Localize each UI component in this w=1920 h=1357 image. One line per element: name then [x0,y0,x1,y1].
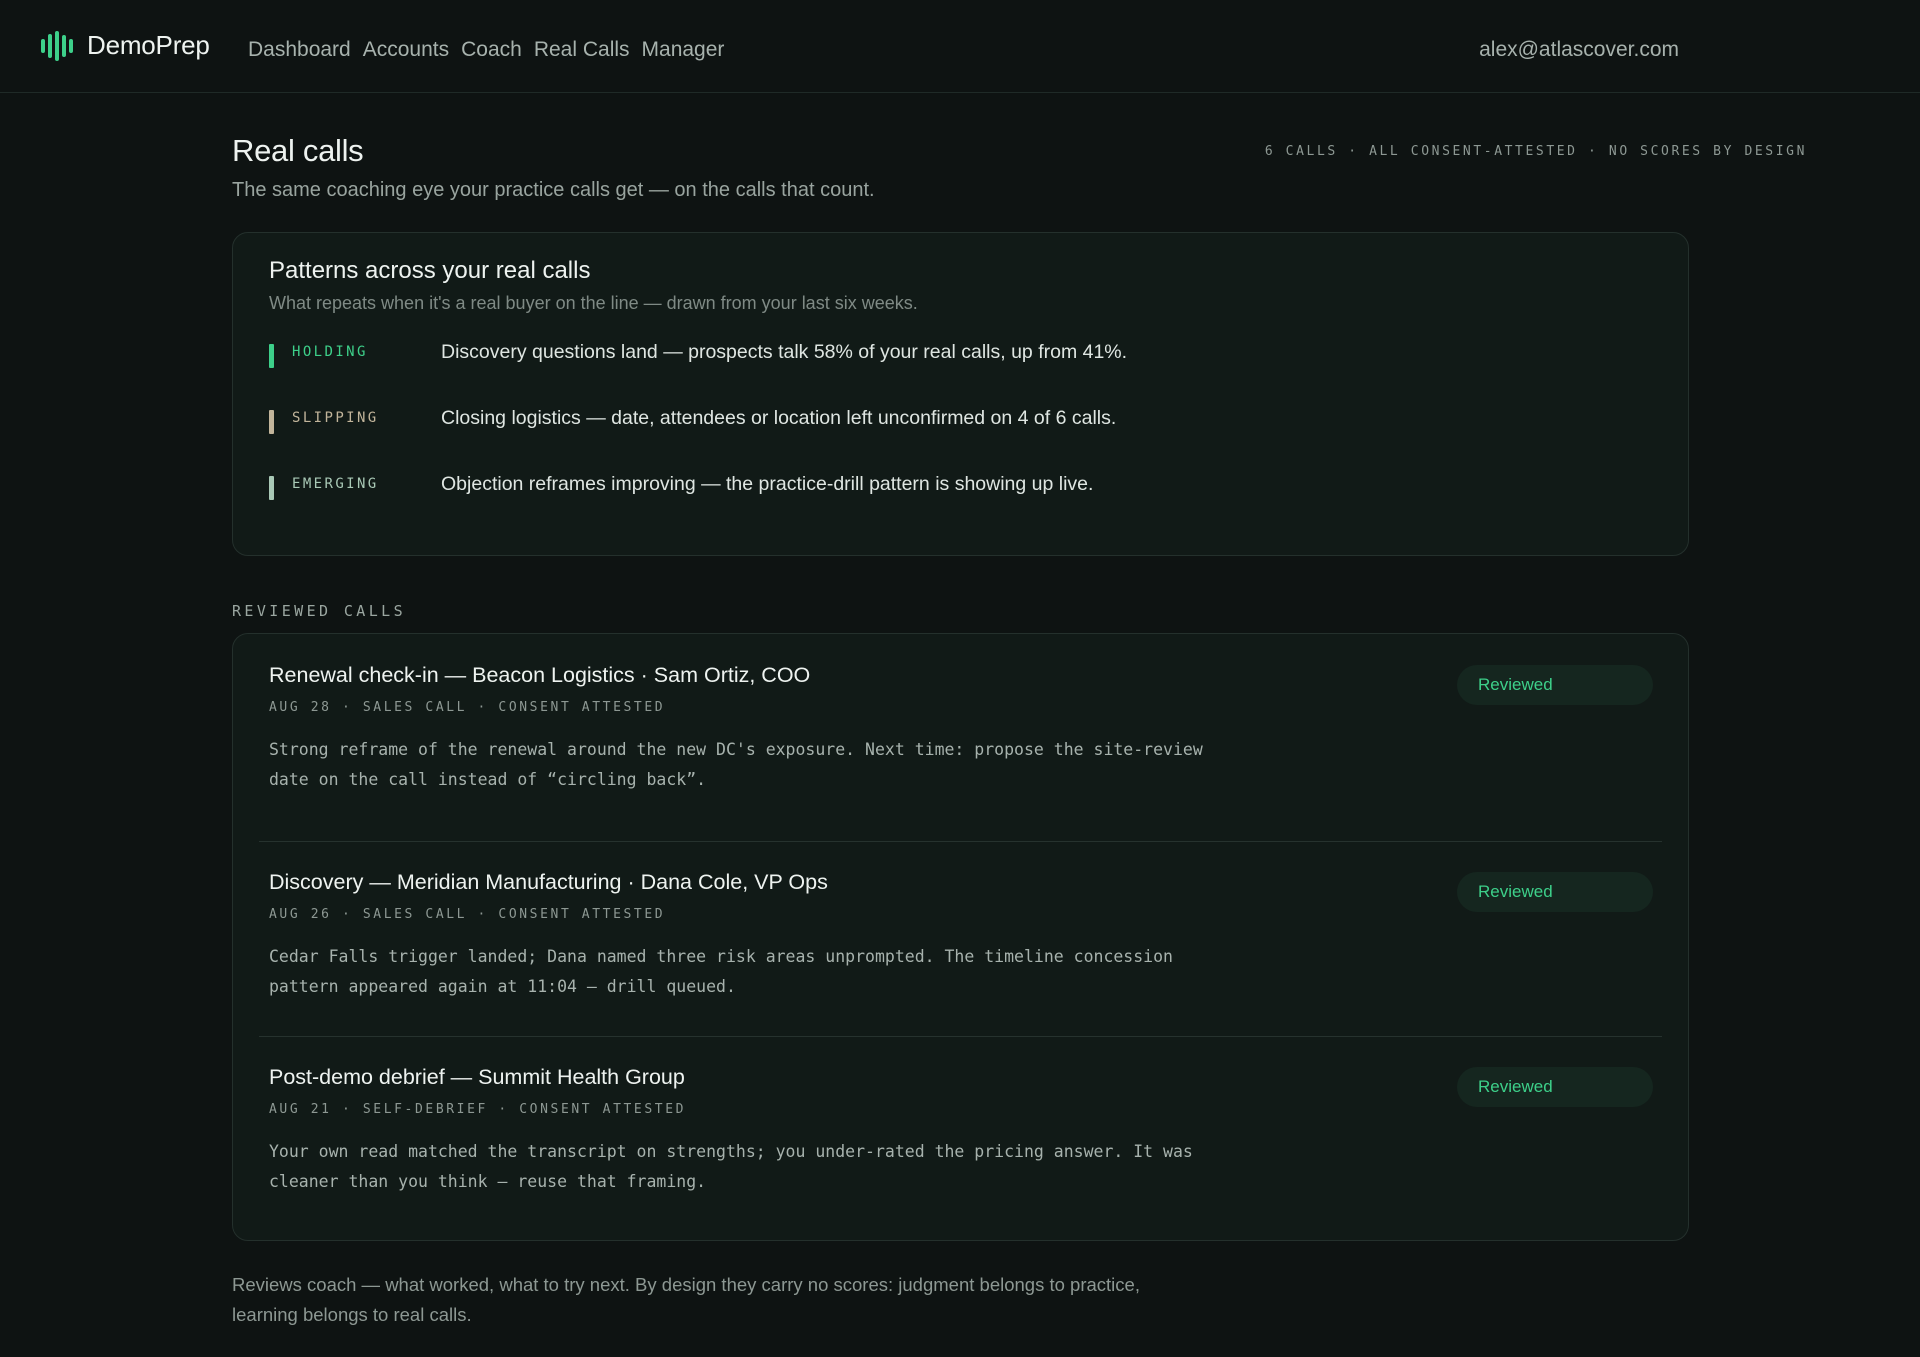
nav-item-coach[interactable]: Coach [461,38,522,62]
pattern-indicator-bar [269,476,274,500]
call-item[interactable]: Renewal check-in — Beacon Logistics · Sa… [233,634,1688,829]
pattern-indicator-bar [269,344,274,368]
call-title[interactable]: Renewal check-in — Beacon Logistics · Sa… [269,663,810,688]
top-nav-bar: DemoPrep Dashboard Accounts Coach Real C… [0,0,1920,93]
pattern-text: Discovery questions land — prospects tal… [441,341,1128,363]
call-title[interactable]: Discovery — Meridian Manufacturing · Dan… [269,870,828,895]
patterns-card: Patterns across your real calls What rep… [232,232,1689,556]
call-coaching-note: Your own read matched the transcript on … [269,1142,1193,1191]
patterns-title: Patterns across your real calls [269,257,591,284]
nav-item-manager[interactable]: Manager [642,38,725,62]
section-label-reviewed-calls: REVIEWED CALLS [232,602,407,620]
status-badge: Reviewed [1457,872,1653,912]
brand[interactable]: DemoPrep [41,30,210,61]
brand-name: DemoPrep [87,30,210,60]
pattern-indicator-bar [269,410,274,434]
pattern-text: Objection reframes improving — the pract… [441,473,1094,495]
nav-item-dashboard[interactable]: Dashboard [248,38,351,62]
call-title[interactable]: Post-demo debrief — Summit Health Group [269,1065,685,1090]
call-meta: AUG 26 · SALES CALL · CONSENT ATTESTED [269,907,666,922]
reviewed-calls-list: Renewal check-in — Beacon Logistics · Sa… [232,633,1689,1241]
call-item[interactable]: Discovery — Meridian Manufacturing · Dan… [233,841,1688,1036]
patterns-subtitle: What repeats when it's a real buyer on t… [269,293,918,313]
pattern-tag: HOLDING [292,344,368,360]
call-meta: AUG 28 · SALES CALL · CONSENT ATTESTED [269,700,666,715]
page-summary-meta: 6 CALLS · ALL CONSENT-ATTESTED · NO SCOR… [1264,144,1807,159]
pattern-row-holding: HOLDING Discovery questions land — prosp… [269,337,1649,368]
status-badge: Reviewed [1457,1067,1653,1107]
waveform-logo-icon [41,30,73,61]
pattern-row-slipping: SLIPPING Closing logistics — date, atten… [269,403,1649,434]
footnote: Reviews coach — what worked, what to try… [232,1274,1140,1325]
divider [259,1036,1662,1037]
user-account-email[interactable]: alex@atlascover.com [1479,38,1679,62]
pattern-text: Closing logistics — date, attendees or l… [441,407,1117,429]
nav-item-accounts[interactable]: Accounts [363,38,449,62]
page-subtitle: The same coaching eye your practice call… [232,179,875,201]
pattern-tag: EMERGING [292,476,379,492]
pattern-row-emerging: EMERGING Objection reframes improving — … [269,469,1649,500]
call-meta: AUG 21 · SELF-DEBRIEF · CONSENT ATTESTED [269,1102,687,1117]
status-badge: Reviewed [1457,665,1653,705]
nav-item-real-calls[interactable]: Real Calls [534,38,630,62]
pattern-tag: SLIPPING [292,410,379,426]
call-coaching-note: Strong reframe of the renewal around the… [269,740,1203,789]
call-coaching-note: Cedar Falls trigger landed; Dana named t… [269,947,1173,996]
main-nav: Dashboard Accounts Coach Real Calls Mana… [248,38,724,62]
call-item[interactable]: Post-demo debrief — Summit Health Group … [233,1036,1688,1231]
page-title: Real calls [232,133,364,168]
divider [259,841,1662,842]
